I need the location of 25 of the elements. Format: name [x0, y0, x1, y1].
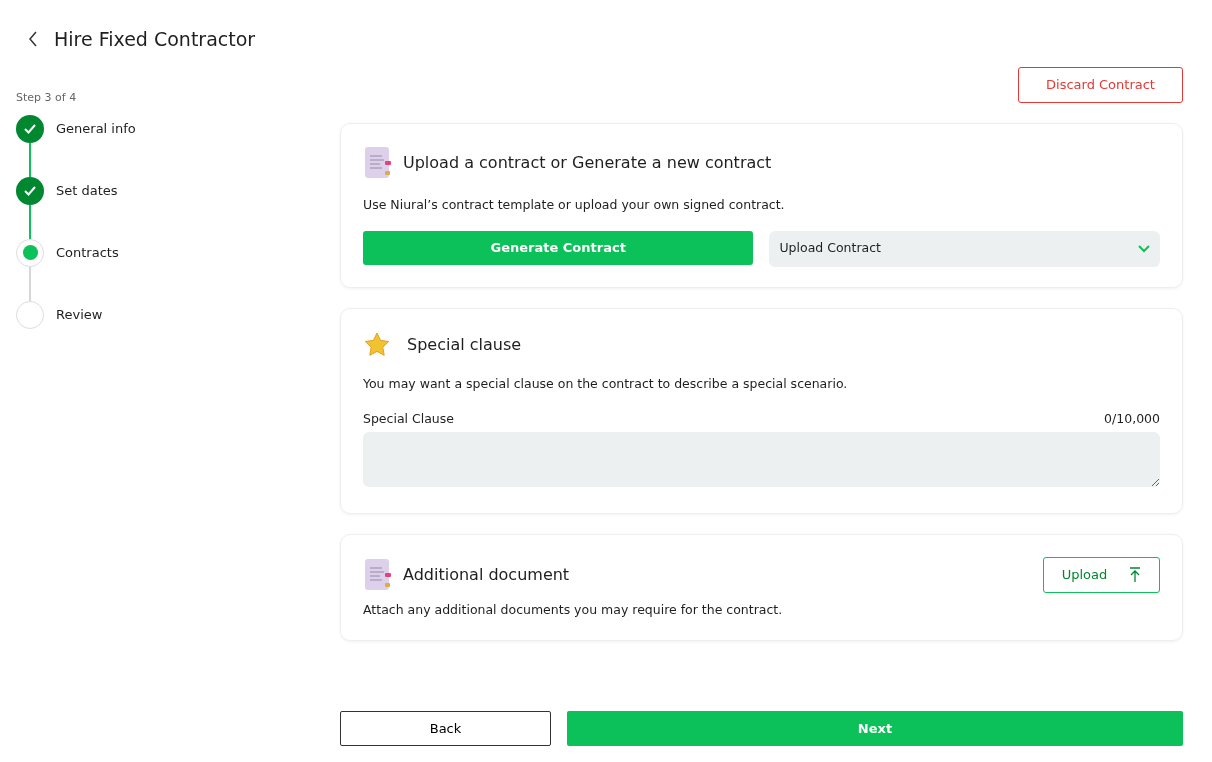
character-counter: 0/10,000 — [1104, 409, 1160, 428]
page-title: Hire Fixed Contractor — [54, 27, 256, 51]
step-caption: Step 3 of 4 — [16, 90, 78, 106]
step-done-icon — [16, 176, 44, 205]
step-label[interactable]: Contracts — [56, 238, 119, 262]
card-description: Use Niural’s contract template or upload your own signed contract. — [363, 196, 786, 214]
upload-arrow-icon — [1129, 567, 1142, 583]
upload-contract-select[interactable]: Upload Contract — [769, 230, 1160, 267]
back-button[interactable]: Back — [340, 710, 551, 746]
select-value: Upload Contract — [779, 239, 881, 258]
step-done-icon — [16, 114, 44, 143]
step-label[interactable]: Review — [56, 300, 103, 324]
special-clause-field[interactable] — [363, 432, 1160, 488]
step-label[interactable]: General info — [56, 114, 136, 138]
chevron-down-icon — [1138, 244, 1150, 253]
card-description: You may want a special clause on the contract to describe a special scenario. — [363, 374, 849, 393]
card-title: Additional document — [403, 565, 570, 585]
step-label[interactable]: Set dates — [56, 176, 118, 200]
field-label: Special Clause — [363, 409, 454, 428]
card-title: Upload a contract or Generate a new contract — [403, 153, 772, 173]
upload-button[interactable]: Upload — [1043, 557, 1160, 593]
star-icon — [363, 330, 391, 359]
card-description: Attach any additional documents you may require for the contract. — [363, 601, 784, 619]
discard-contract-button[interactable]: Discard Contract — [1018, 67, 1183, 103]
card-title: Special clause — [407, 335, 522, 355]
